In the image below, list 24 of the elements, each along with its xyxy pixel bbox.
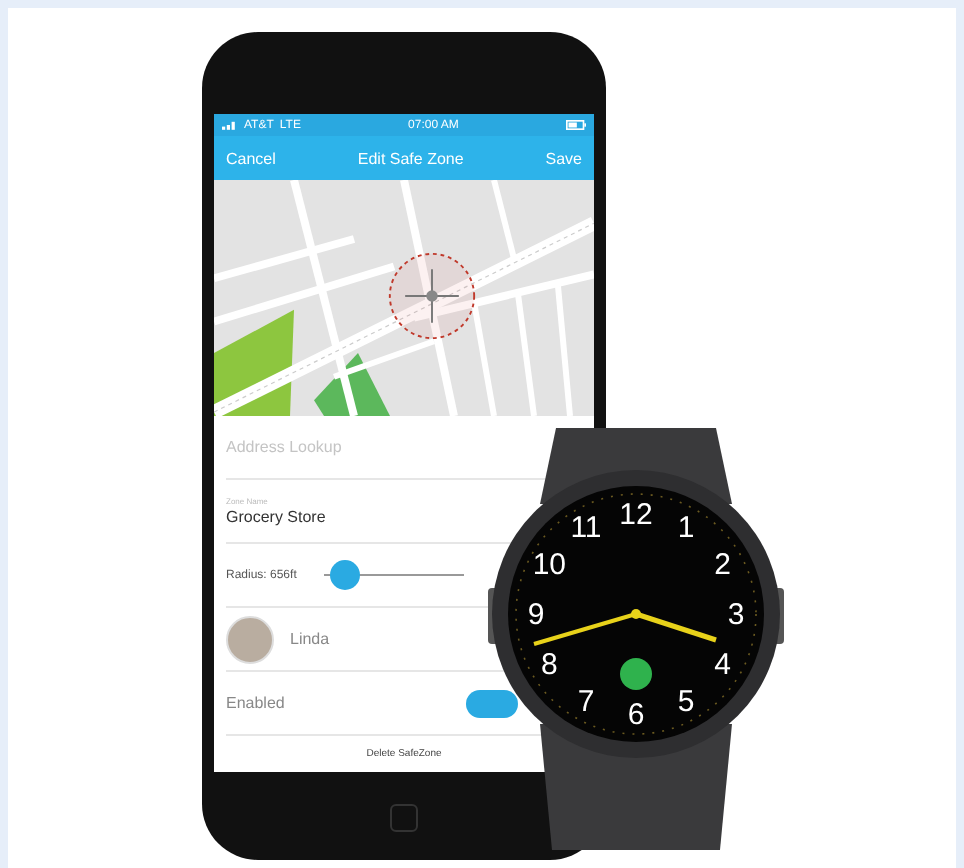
dial-number: 9	[527, 598, 545, 632]
enabled-label: Enabled	[226, 694, 285, 712]
avatar-placeholder	[226, 615, 274, 663]
dial-number: 4	[714, 648, 731, 682]
screen-title: Edit Safe Zone	[357, 149, 464, 167]
zone-radius-icon	[386, 250, 478, 342]
battery-icon	[566, 120, 586, 130]
person-name: Linda	[290, 630, 330, 648]
enabled-toggle[interactable]	[466, 689, 518, 717]
dial-number: 11	[570, 511, 602, 546]
zone-name-value[interactable]: Grocery Store	[226, 508, 326, 526]
dial-number: 12	[619, 498, 653, 532]
home-button[interactable]	[390, 804, 418, 832]
dial-number: 7	[577, 684, 595, 719]
dial-number: 2	[714, 548, 731, 582]
dial-number: 1	[677, 511, 695, 546]
dial-number: 3	[727, 598, 745, 632]
slider-thumb[interactable]	[329, 560, 360, 590]
address-lookup-field[interactable]: Address Lookup	[226, 438, 466, 456]
dial-number: 5	[677, 684, 695, 719]
dial-number: 8	[541, 648, 558, 682]
dial-number: 10	[532, 548, 567, 582]
dial-number: 6	[627, 698, 645, 732]
signal-icon	[222, 120, 238, 130]
